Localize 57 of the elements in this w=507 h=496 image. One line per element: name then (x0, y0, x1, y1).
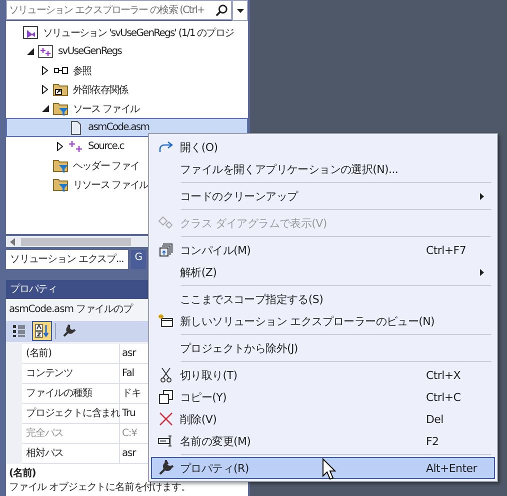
panel-tab[interactable]: G (130, 250, 146, 269)
left-arrow-icon (10, 238, 15, 246)
folder-filter-icon (53, 158, 69, 173)
new-window-icon (158, 314, 174, 328)
property-value: C:¥ (122, 428, 137, 439)
dropdown-button[interactable] (232, 0, 248, 21)
tree-item[interactable]: ソース ファイル (6, 99, 248, 118)
folder-filter-icon (53, 102, 69, 116)
diagram-icon (158, 216, 174, 230)
caret-icon (236, 8, 244, 12)
panel-tab[interactable]: ソリューション エクスプ... (6, 250, 128, 269)
menu-item[interactable]: コードのクリーンアップ (151, 185, 495, 207)
menu-item[interactable]: プロジェクトから除外(J) (151, 337, 495, 359)
property-name: ファイルの種類 (26, 388, 92, 399)
property-value: Tru (122, 408, 136, 419)
property-value: asr (122, 448, 136, 459)
plus-icon (68, 140, 84, 154)
menu-item[interactable]: ファイルを開くアプリケーションの選択(N)... (151, 158, 495, 180)
property-value: ドキ (122, 388, 141, 399)
property-name: 完全パス (26, 428, 64, 439)
property-name: コンテンツ (26, 368, 74, 379)
rename-icon (158, 435, 174, 447)
property-value: asr (122, 348, 136, 359)
menu-item[interactable]: 新しいソリューション エクスプローラーのビュー(N) (151, 310, 495, 332)
menu-item[interactable]: 削除(V) Del (151, 408, 495, 430)
tree-item[interactable]: svUseGenRegs (6, 42, 248, 62)
project-icon (38, 44, 54, 59)
redo-arrow-icon (158, 141, 174, 153)
scissors-icon (160, 367, 172, 383)
menu-item[interactable]: コピー(Y) Ctrl+C (151, 386, 495, 408)
property-name: プロジェクトに含まれ (26, 408, 120, 419)
object-name: asmCode.asm ファイルのプ (9, 304, 132, 315)
folder-filter-icon (53, 178, 69, 192)
description-text: ファイル オブジェクトに名前を付けます。 (9, 480, 190, 494)
tree-item[interactable]: asmCode.asm (6, 118, 248, 138)
alphabetical-button[interactable] (32, 321, 52, 342)
property-name: (名前) (26, 348, 52, 359)
menu-item[interactable]: プロパティ(R) Alt+Enter (151, 457, 495, 479)
solution-icon (23, 26, 39, 40)
tree-item[interactable]: 参照 (6, 61, 248, 80)
menu-item[interactable]: 名前の変更(M) F2 (151, 430, 495, 452)
menu-item[interactable]: 切り取り(T) Ctrl+X (151, 364, 495, 386)
description-title: (名前) (9, 466, 36, 480)
menu-item[interactable]: コンパイル(M) Ctrl+F7 (151, 239, 495, 261)
mouse-pointer-icon (322, 458, 336, 480)
file-icon (68, 120, 84, 135)
property-value: Fal (122, 368, 134, 379)
search-icon (215, 4, 228, 17)
property-name: 相対パス (26, 448, 64, 459)
close-icon (159, 412, 173, 426)
copy-icon (159, 390, 173, 404)
folder-icon (53, 82, 69, 97)
wrench-icon (158, 460, 174, 476)
menu-item[interactable]: 開く(O) (151, 136, 495, 158)
stack-icon (159, 243, 173, 257)
tree-item[interactable]: 外部依存関係 (6, 80, 248, 100)
tree-item[interactable]: ソリューション 'svUseGenRegs' (1/1 のプロジ (6, 23, 248, 42)
